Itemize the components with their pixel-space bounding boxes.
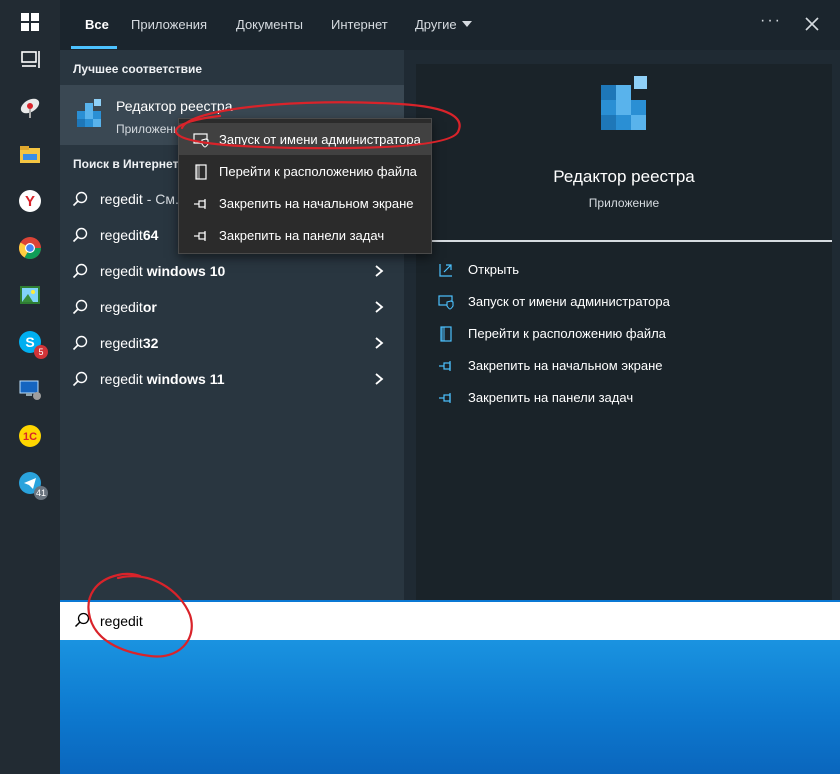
chevron-right-icon[interactable] [374, 336, 384, 350]
open-file-location-icon [440, 326, 452, 342]
action-open[interactable]: Открыть [438, 260, 818, 280]
satellite-app-icon[interactable] [18, 96, 42, 120]
search-icon [74, 612, 90, 628]
run-as-admin-icon [193, 133, 209, 148]
action-open-file-location[interactable]: Перейти к расположению файла [438, 324, 818, 344]
search-input[interactable] [100, 610, 800, 632]
svg-text:1С: 1С [23, 431, 37, 443]
context-run-as-admin-label: Запуск от имени администратора [219, 132, 421, 147]
web-result-query: regedit [100, 191, 143, 207]
taskbar: Y S 5 1С 41 [0, 0, 60, 774]
telegram-icon[interactable]: 41 [18, 471, 48, 500]
remote-desktop-icon[interactable] [18, 377, 42, 401]
web-result-item[interactable]: regedit32 [60, 325, 404, 361]
close-icon[interactable] [802, 14, 822, 34]
context-pin-start-label: Закрепить на начальном экране [219, 196, 414, 211]
search-icon [72, 371, 88, 387]
web-result-query: regedit [100, 299, 143, 315]
context-open-file-location[interactable]: Перейти к расположению файла [179, 155, 431, 187]
desktop-background [60, 640, 840, 774]
svg-text:Y: Y [25, 193, 35, 210]
registry-editor-icon [75, 97, 105, 131]
tab-more[interactable]: Другие [415, 17, 472, 32]
web-result-query: regedit [100, 227, 143, 243]
pin-icon [194, 199, 206, 209]
windows-start-icon[interactable] [18, 10, 42, 34]
web-result-query: regedit [100, 335, 143, 351]
registry-editor-large-icon [597, 72, 653, 138]
context-pin-taskbar[interactable]: Закрепить на панели задач [179, 219, 431, 251]
search-tabs-bar: Все Приложения Документы Интернет Другие… [60, 0, 840, 50]
search-icon [72, 227, 88, 243]
web-search-heading: Поиск в Интернете [73, 157, 186, 171]
chevron-right-icon[interactable] [374, 264, 384, 278]
pin-icon [194, 231, 206, 241]
action-run-as-admin-label: Запуск от имени администратора [468, 294, 670, 309]
details-divider [416, 240, 832, 242]
chevron-right-icon[interactable] [374, 372, 384, 386]
context-run-as-admin[interactable]: Запуск от имени администратора [179, 123, 431, 155]
tab-web[interactable]: Интернет [331, 17, 388, 32]
active-tab-indicator [71, 46, 117, 49]
action-open-label: Открыть [468, 262, 520, 277]
action-pin-start-label: Закрепить на начальном экране [468, 358, 663, 373]
task-view-icon[interactable] [18, 48, 42, 72]
yandex-browser-icon[interactable]: Y [18, 189, 42, 213]
tab-apps[interactable]: Приложения [131, 17, 207, 32]
web-result-suffix: 32 [142, 335, 159, 351]
photo-app-icon[interactable] [18, 283, 42, 307]
best-match-subtitle: Приложение [116, 122, 187, 136]
search-icon [72, 263, 88, 279]
chrome-icon[interactable] [18, 236, 42, 260]
skype-icon[interactable]: S 5 [18, 330, 48, 359]
more-options-button[interactable]: ··· [760, 12, 782, 30]
chevron-down-icon [461, 21, 472, 27]
details-title: Редактор реестра [553, 167, 695, 186]
search-icon [72, 335, 88, 351]
tab-documents[interactable]: Документы [236, 17, 303, 32]
chevron-right-icon[interactable] [374, 300, 384, 314]
web-result-query: regedit [100, 263, 143, 279]
tab-more-label: Другие [415, 17, 457, 32]
web-result-suffix: or [142, 299, 157, 315]
web-result-query: regedit [100, 371, 143, 387]
search-icon [72, 299, 88, 315]
context-menu: Запуск от имени администратора Перейти к… [178, 118, 432, 254]
best-match-title: Редактор реестра [116, 98, 233, 114]
context-pin-taskbar-label: Закрепить на панели задач [219, 228, 385, 243]
action-pin-start[interactable]: Закрепить на начальном экране [438, 356, 818, 376]
web-result-suffix: 64 [142, 227, 159, 243]
1c-icon[interactable]: 1С [18, 424, 42, 448]
run-as-admin-icon [438, 295, 454, 310]
web-result-suffix: windows 10 [142, 263, 226, 279]
action-run-as-admin[interactable]: Запуск от имени администратора [438, 292, 818, 312]
web-result-item[interactable]: regeditor [60, 289, 404, 325]
search-box[interactable] [60, 600, 840, 640]
action-pin-taskbar-label: Закрепить на панели задач [468, 390, 634, 405]
pin-icon [439, 393, 451, 403]
svg-text:S: S [25, 334, 34, 350]
context-open-file-location-label: Перейти к расположению файла [219, 164, 417, 179]
web-result-suffix: windows 11 [142, 371, 225, 387]
details-subtitle: Приложение [588, 196, 660, 210]
details-pane: Редактор реестра Приложение Открыть Запу… [416, 64, 832, 600]
open-file-location-icon [195, 164, 207, 180]
search-panel: Все Приложения Документы Интернет Другие… [60, 0, 840, 600]
action-open-file-location-label: Перейти к расположению файла [468, 326, 666, 341]
skype-badge: 5 [34, 345, 48, 359]
tab-all[interactable]: Все [85, 17, 109, 32]
telegram-badge: 41 [33, 486, 48, 500]
best-match-heading: Лучшее соответствие [73, 62, 203, 76]
search-icon [72, 191, 88, 207]
file-explorer-icon[interactable] [18, 142, 42, 166]
context-pin-start[interactable]: Закрепить на начальном экране [179, 187, 431, 219]
open-icon [439, 264, 452, 277]
web-result-item[interactable]: regedit windows 10 [60, 253, 404, 289]
pin-icon [439, 361, 451, 371]
action-pin-taskbar[interactable]: Закрепить на панели задач [438, 388, 818, 408]
web-result-item[interactable]: regedit windows 11 [60, 361, 404, 397]
